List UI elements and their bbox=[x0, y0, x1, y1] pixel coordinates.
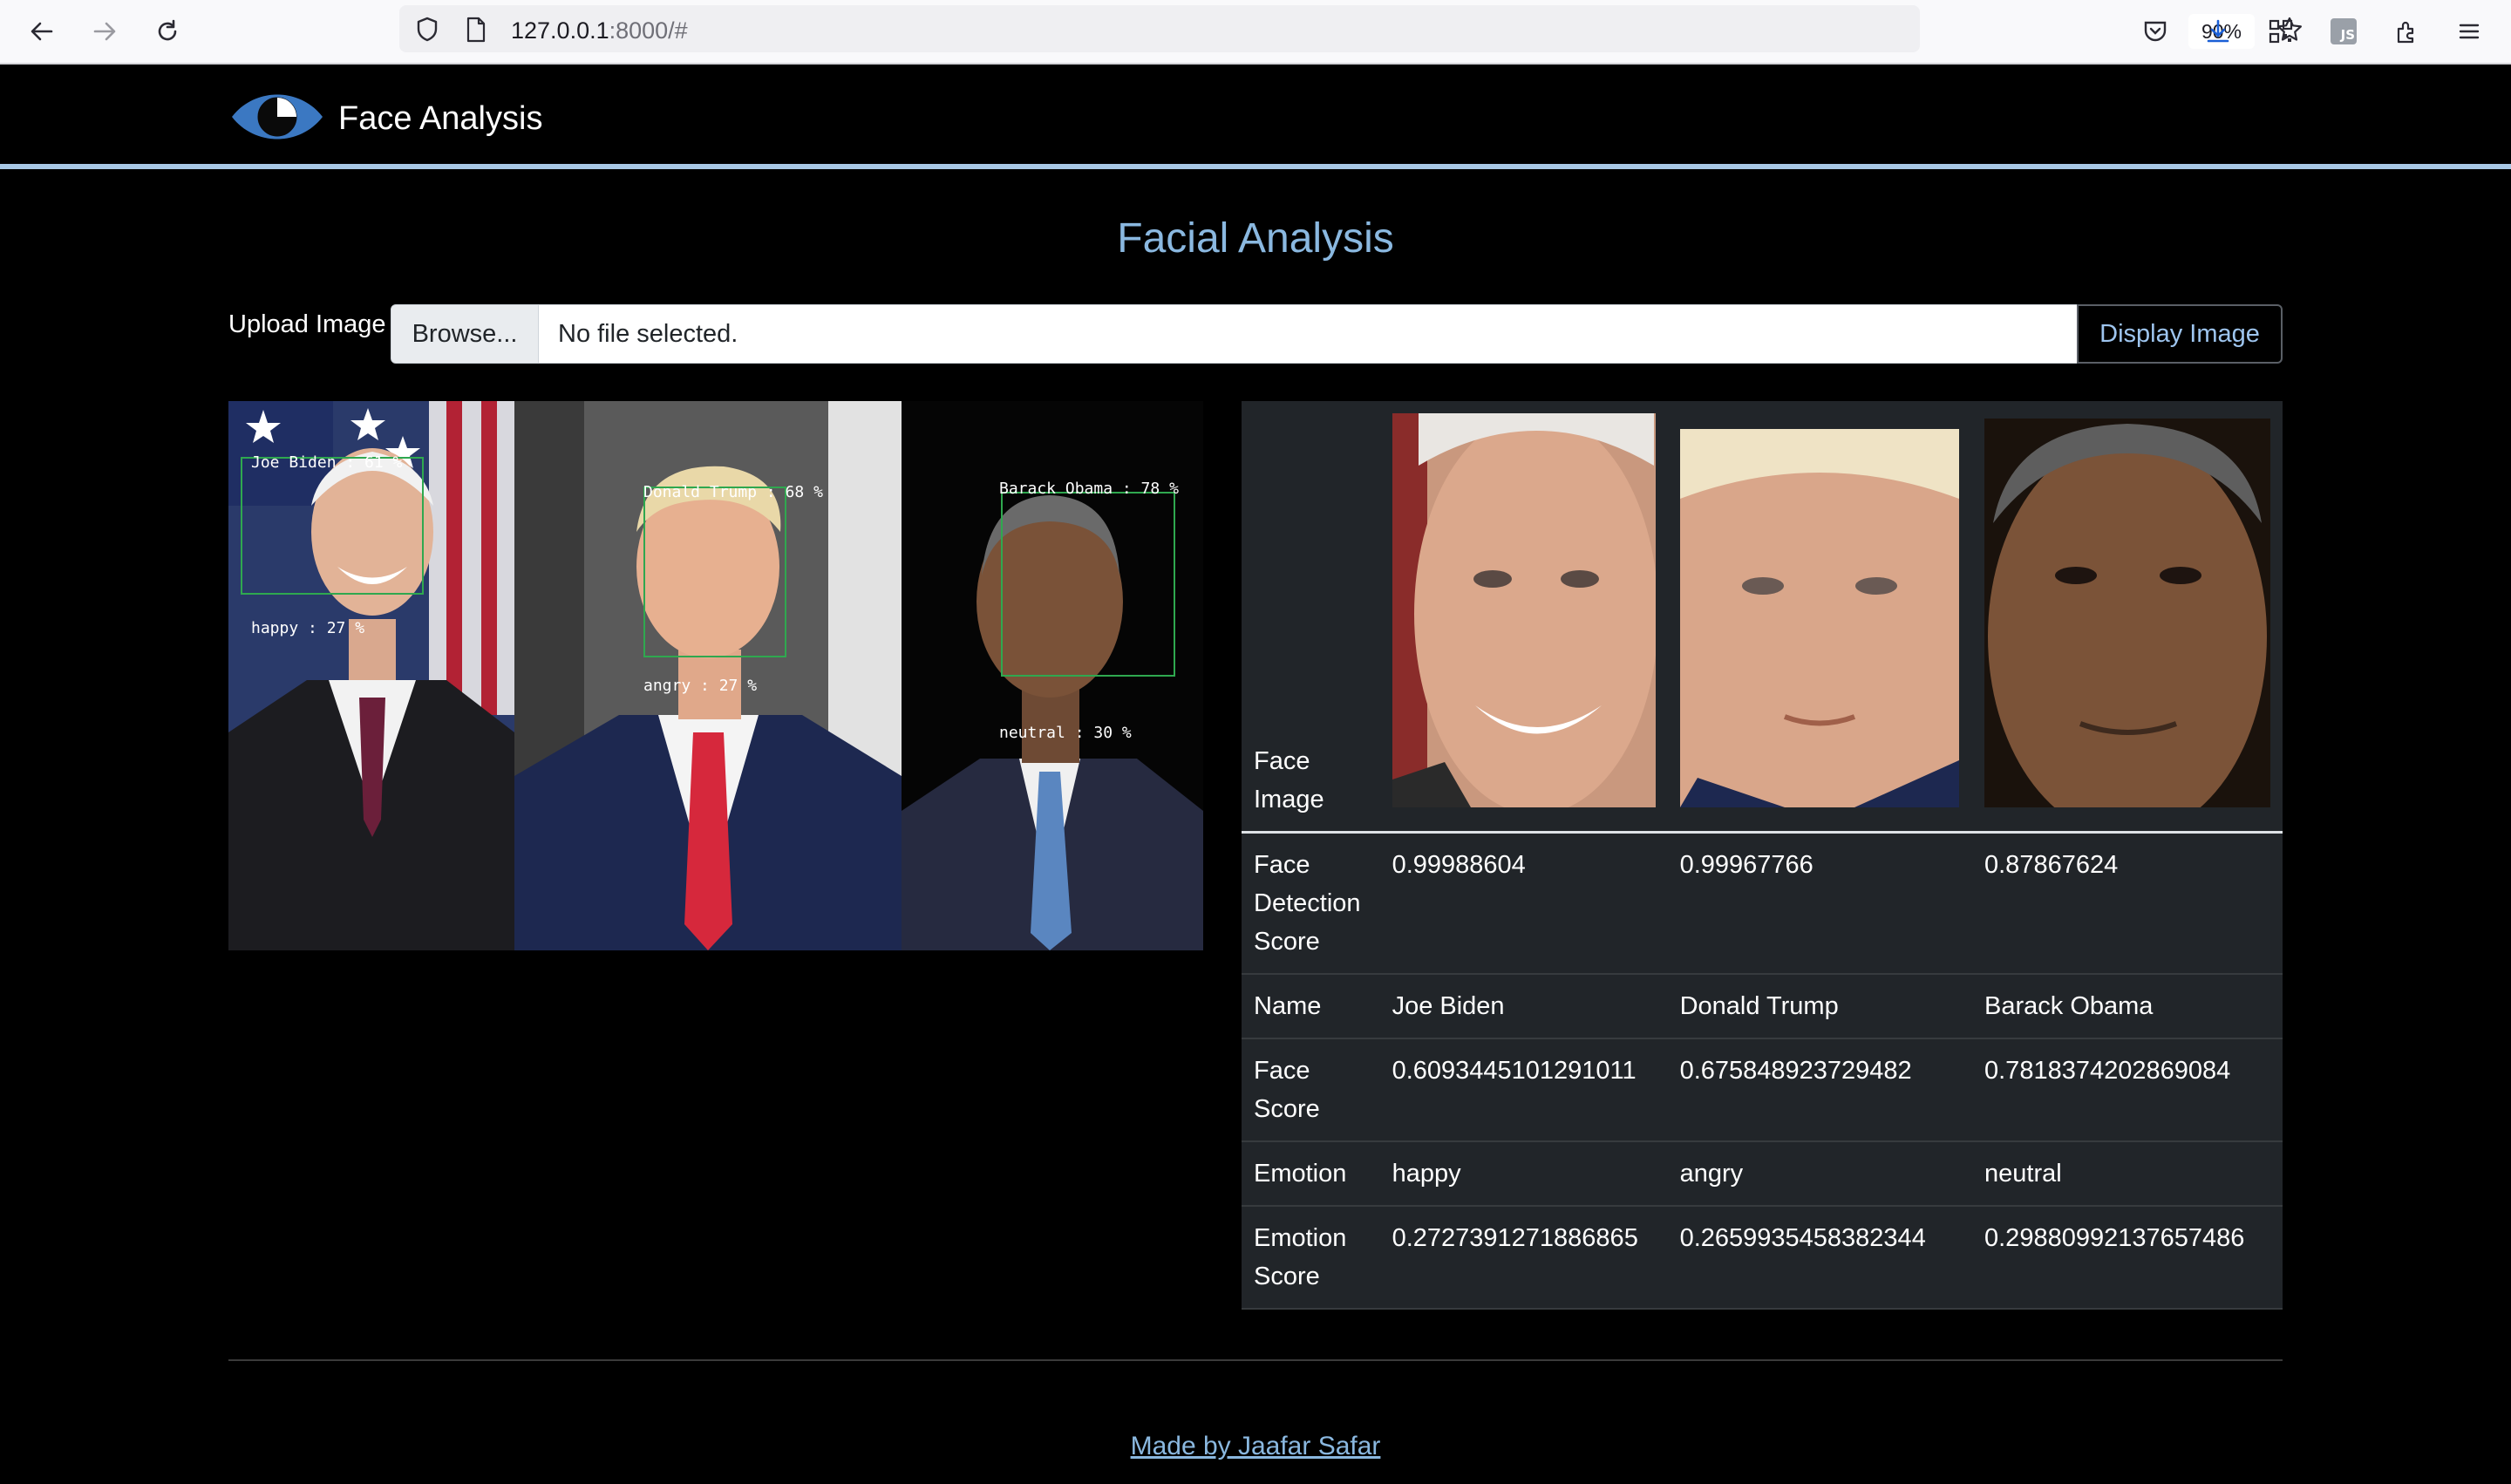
table-row: Emotion happy angry neutral bbox=[1242, 1141, 2283, 1207]
url-path: :8000/# bbox=[609, 17, 688, 44]
author-link[interactable]: Made by Jaafar Safar bbox=[0, 1432, 2511, 1461]
table-row: Face Detection Score 0.99988604 0.999677… bbox=[1242, 832, 2283, 975]
menu-icon[interactable] bbox=[2450, 12, 2488, 51]
table-cell: neutral bbox=[1972, 1141, 2283, 1207]
reload-icon[interactable] bbox=[148, 12, 187, 51]
page-icon bbox=[466, 17, 487, 43]
page-title: Facial Analysis bbox=[1117, 215, 1394, 262]
table-cell: 0.87867624 bbox=[1972, 832, 2283, 975]
file-input[interactable]: No file selected. bbox=[539, 304, 2077, 364]
row-header: Face Image bbox=[1242, 401, 1380, 834]
js-icon[interactable]: JS bbox=[2324, 12, 2363, 51]
shield-icon[interactable] bbox=[415, 17, 439, 43]
brand-text: Face Analysis bbox=[338, 100, 543, 137]
qr-code-icon[interactable] bbox=[2262, 12, 2300, 51]
footer-divider bbox=[228, 1359, 2283, 1361]
table-row: Emotion Score 0.2727391271886865 0.26599… bbox=[1242, 1206, 2283, 1310]
address-bar[interactable]: 127.0.0.1:8000/# 90% bbox=[399, 5, 2302, 52]
analysis-image: Joe Biden : 61 % happy : 27 % Donald Tru… bbox=[228, 401, 1203, 950]
table-cell: 0.7818374202869084 bbox=[1972, 1038, 2283, 1142]
table-cell bbox=[1667, 401, 1972, 834]
row-header: Emotion Score bbox=[1242, 1206, 1380, 1310]
back-arrow-icon[interactable] bbox=[23, 12, 61, 51]
browse-button[interactable]: Browse... bbox=[391, 304, 539, 364]
face-label: Donald Trump : 68 % bbox=[643, 483, 823, 501]
detection-box bbox=[241, 457, 424, 595]
pocket-icon[interactable] bbox=[2136, 12, 2174, 51]
table-row: Face Score 0.6093445101291011 0.67584892… bbox=[1242, 1038, 2283, 1142]
url-host: 127.0.0.1 bbox=[511, 17, 609, 44]
row-header: Emotion bbox=[1242, 1141, 1380, 1207]
face-panel-biden: Joe Biden : 61 % happy : 27 % bbox=[228, 401, 514, 950]
table-cell: Barack Obama bbox=[1972, 974, 2283, 1039]
table-cell: 0.99988604 bbox=[1379, 832, 1668, 975]
emotion-label: angry : 27 % bbox=[643, 677, 758, 695]
row-header: Face Detection Score bbox=[1242, 832, 1380, 975]
extensions-icon[interactable] bbox=[2387, 12, 2426, 51]
download-icon[interactable] bbox=[2199, 12, 2237, 51]
emotion-label: neutral : 30 % bbox=[999, 724, 1132, 742]
upload-label: Upload Image bbox=[228, 310, 386, 338]
table-cell: angry bbox=[1667, 1141, 1972, 1207]
table-cell: 0.6093445101291011 bbox=[1379, 1038, 1668, 1142]
face-label: Joe Biden : 61 % bbox=[251, 453, 403, 472]
face-label: Barack Obama : 78 % bbox=[999, 480, 1179, 498]
table-cell: 0.675848923729482 bbox=[1667, 1038, 1972, 1142]
row-header: Face Score bbox=[1242, 1038, 1380, 1142]
emotion-label: happy : 27 % bbox=[251, 619, 365, 637]
detection-box bbox=[1001, 492, 1175, 677]
face-thumbnail-biden bbox=[1392, 413, 1656, 819]
table-row: Name Joe Biden Donald Trump Barack Obama bbox=[1242, 974, 2283, 1039]
face-panel-trump: Donald Trump : 68 % angry : 27 % bbox=[514, 401, 902, 950]
face-thumbnail-trump bbox=[1679, 429, 1960, 819]
row-header: Name bbox=[1242, 974, 1380, 1039]
forward-arrow-icon[interactable] bbox=[85, 12, 124, 51]
table-cell: 0.2659935458382344 bbox=[1667, 1206, 1972, 1310]
table-cell: 0.99967766 bbox=[1667, 832, 1972, 975]
face-panel-obama: Barack Obama : 78 % neutral : 30 % bbox=[902, 401, 1203, 950]
table-row: Face Image bbox=[1242, 401, 2283, 834]
table-cell: 0.29880992137657486 bbox=[1972, 1206, 2283, 1310]
eye-icon bbox=[228, 85, 326, 153]
browser-toolbar: 127.0.0.1:8000/# 90% JS bbox=[0, 0, 2511, 65]
face-thumbnail-obama bbox=[1984, 419, 2270, 819]
results-table: Face Image Face Detection Score 0.999886… bbox=[1242, 401, 2283, 1310]
table-cell bbox=[1972, 401, 2283, 834]
table-cell bbox=[1379, 401, 1668, 834]
upload-form: Browse... No file selected. Display Imag… bbox=[391, 304, 2283, 364]
detection-box bbox=[643, 487, 786, 657]
url-text: 127.0.0.1:8000/# bbox=[511, 17, 688, 44]
display-image-button[interactable]: Display Image bbox=[2077, 304, 2283, 364]
site-navbar: Face Analysis bbox=[0, 65, 2511, 169]
table-cell: 0.2727391271886865 bbox=[1379, 1206, 1668, 1310]
table-cell: Joe Biden bbox=[1379, 974, 1668, 1039]
table-cell: Donald Trump bbox=[1667, 974, 1972, 1039]
table-cell: happy bbox=[1379, 1141, 1668, 1207]
brand-link[interactable]: Face Analysis bbox=[228, 85, 542, 153]
